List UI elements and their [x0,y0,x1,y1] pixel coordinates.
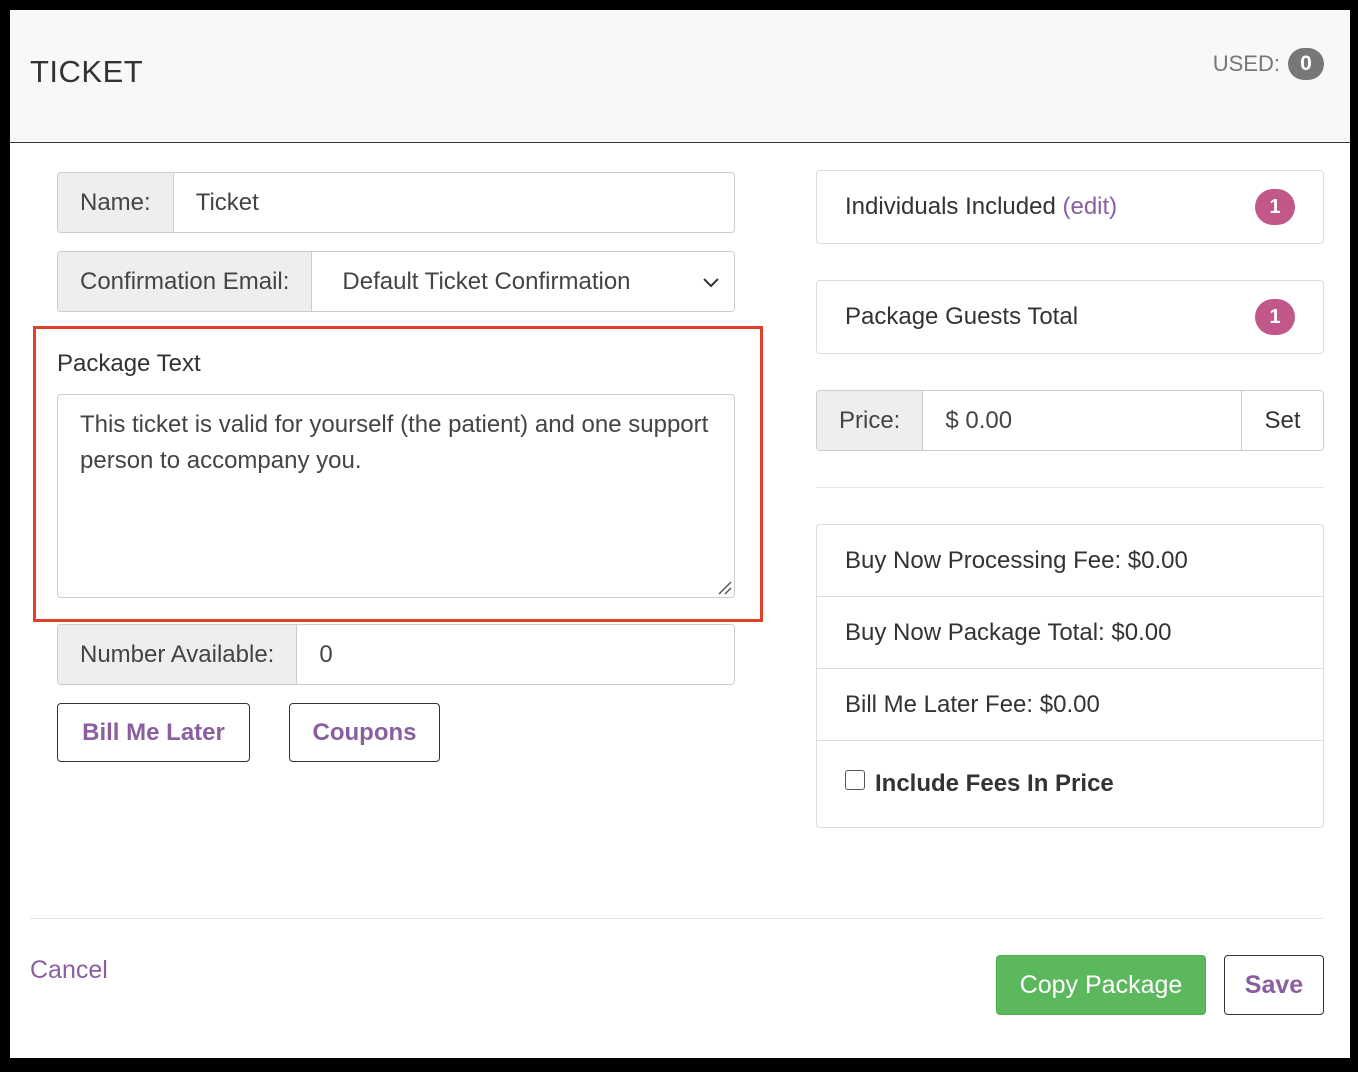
package-guests-total-panel: Package Guests Total 1 [816,280,1324,354]
price-label: Price: [817,391,924,450]
price-divider [816,487,1324,488]
package-text-value: This ticket is valid for yourself (the p… [80,411,709,474]
confirmation-email-select[interactable]: Default Ticket Confirmation [312,252,734,311]
number-available-label: Number Available: [58,625,298,684]
name-input-group: Name: Ticket [57,172,735,233]
footer-divider [30,918,1324,919]
ticket-modal: TICKET USED: 0 Name: Ticket Confirmation… [10,10,1350,1058]
package-total-item: Buy Now Package Total: $0.00 [817,597,1323,669]
include-fees-checkbox[interactable] [845,770,865,790]
name-input[interactable]: Ticket [173,173,734,232]
price-input-group: Price: $ 0.00 Set [816,390,1324,451]
individuals-edit-link[interactable]: (edit) [1062,193,1117,220]
bill-later-fee-item: Bill Me Later Fee: $0.00 [817,669,1323,741]
include-fees-item: Include Fees In Price [817,741,1323,827]
individuals-included-text: Individuals Included (edit) [845,193,1117,221]
modal-title: TICKET [30,54,144,89]
confirmation-email-label: Confirmation Email: [58,252,313,311]
number-available-group: Number Available: 0 [57,624,735,685]
copy-package-button[interactable]: Copy Package [996,955,1206,1015]
include-fees-label[interactable]: Include Fees In Price [875,770,1114,798]
individuals-included-panel: Individuals Included (edit) 1 [816,170,1324,244]
used-indicator: USED: 0 [1213,48,1324,80]
fees-list: Buy Now Processing Fee: $0.00 Buy Now Pa… [816,524,1324,828]
name-label: Name: [58,173,174,232]
package-guests-total-label: Package Guests Total [845,303,1079,330]
individuals-included-label: Individuals Included [845,193,1056,220]
package-guests-count-badge: 1 [1255,299,1295,335]
package-text-textarea[interactable]: This ticket is valid for yourself (the p… [57,394,735,598]
save-button[interactable]: Save [1224,955,1324,1015]
price-input[interactable]: $ 0.00 [923,391,1241,450]
chevron-down-icon [703,277,719,287]
used-label: USED: [1212,51,1280,76]
coupons-button[interactable]: Coupons [289,703,440,762]
processing-fee-item: Buy Now Processing Fee: $0.00 [817,525,1323,597]
modal-header: TICKET USED: 0 [10,10,1350,143]
package-text-label: Package Text [57,350,201,377]
bill-me-later-button[interactable]: Bill Me Later [57,703,250,762]
resize-grip-icon[interactable] [716,579,732,595]
confirmation-email-group: Confirmation Email: Default Ticket Confi… [57,251,735,312]
cancel-link[interactable]: Cancel [30,956,108,985]
number-available-input[interactable]: 0 [297,625,734,684]
confirmation-email-value: Default Ticket Confirmation [342,267,631,295]
set-price-button[interactable]: Set [1241,391,1323,450]
used-count-badge: 0 [1288,48,1324,80]
individuals-count-badge: 1 [1255,189,1295,225]
